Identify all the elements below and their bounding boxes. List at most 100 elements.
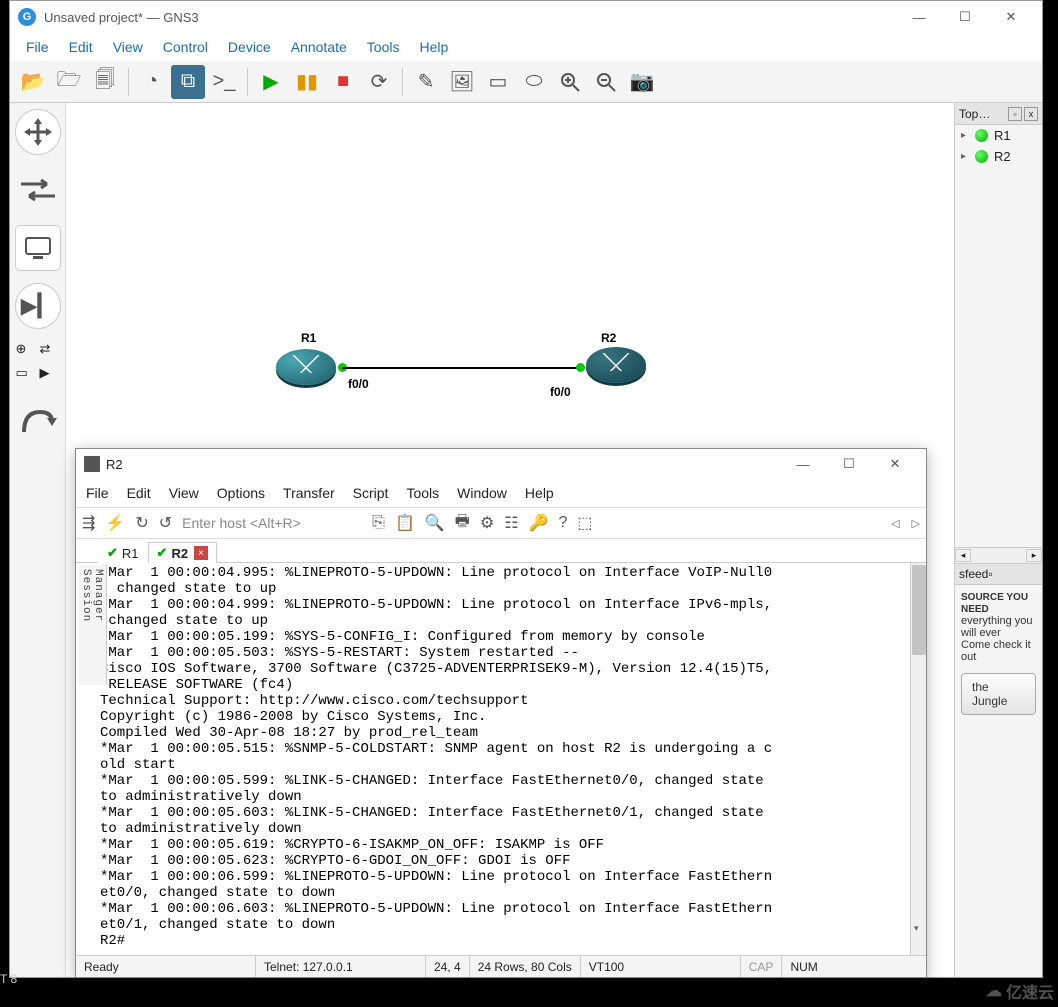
reload-icon[interactable]: ⟳ — [362, 65, 396, 99]
menu-edit[interactable]: Edit — [61, 36, 101, 58]
topology-item-r2[interactable]: ▸ R2 — [955, 146, 1042, 167]
options-icon[interactable]: ⚙ — [480, 513, 494, 533]
expand-icon[interactable]: ▸ — [961, 151, 969, 162]
topology-item-r1[interactable]: ▸ R1 — [955, 125, 1042, 146]
term-menu-options[interactable]: Options — [217, 485, 265, 501]
term-menu-window[interactable]: Window — [457, 485, 507, 501]
all-devices-icon[interactable]: ⊕ — [16, 341, 36, 361]
terminal-scrollbar[interactable]: ▾ — [910, 563, 926, 955]
link-r1-r2[interactable] — [342, 367, 578, 369]
snapshot-icon[interactable]: ◔ — [135, 65, 169, 99]
scroll-right-icon[interactable]: ▸ — [1026, 549, 1042, 562]
newsfeed-button[interactable]: the Jungle — [961, 673, 1036, 715]
term-menu-tools[interactable]: Tools — [406, 485, 439, 501]
terminal-titlebar[interactable]: R2 — ☐ ✕ — [76, 449, 926, 479]
show-interface-labels-icon[interactable]: ⧉ — [171, 65, 205, 99]
term-menu-edit[interactable]: Edit — [127, 485, 151, 501]
menu-tools[interactable]: Tools — [359, 36, 408, 58]
panel-close-icon[interactable]: x — [1024, 107, 1038, 121]
maximize-button[interactable]: ☐ — [942, 2, 988, 32]
terminal-tabs: ✔ R1 ✔ R2 × — [76, 539, 926, 563]
tab-r1[interactable]: ✔ R1 — [98, 542, 148, 563]
quick-connect-icon[interactable]: ⚡ — [105, 513, 125, 533]
tab-next-icon[interactable]: ▷ — [912, 517, 920, 530]
router-r2[interactable] — [586, 347, 646, 383]
keyword-icon[interactable]: 🔑 — [529, 513, 549, 533]
menu-control[interactable]: Control — [155, 36, 216, 58]
maximize-button[interactable]: ☐ — [826, 449, 872, 479]
term-menu-file[interactable]: File — [86, 485, 109, 501]
scroll-left-icon[interactable]: ◂ — [955, 549, 971, 562]
close-button[interactable]: ✕ — [988, 2, 1034, 32]
play-icon[interactable]: ▶ — [254, 65, 288, 99]
device-dock: ▶▎ ⊕ ⇄ ▭ ▶ — [10, 103, 66, 977]
terminal-output[interactable]: *Mar 1 00:00:04.995: %LINEPROTO-5-UPDOWN… — [76, 563, 910, 955]
tab-prev-icon[interactable]: ◁ — [891, 517, 899, 530]
security-devices-icon[interactable]: ▶▎ — [15, 283, 61, 329]
zoom-in-icon[interactable] — [553, 65, 587, 99]
menu-file[interactable]: File — [18, 36, 57, 58]
terminal-title: R2 — [106, 457, 780, 472]
term-menu-transfer[interactable]: Transfer — [283, 485, 335, 501]
newsfeed-header[interactable]: sfeed ▫ — [955, 563, 1042, 585]
connect-icon[interactable]: ⇶ — [82, 513, 95, 533]
pause-icon[interactable]: ▮▮ — [290, 65, 324, 99]
term-menu-help[interactable]: Help — [525, 485, 554, 501]
switches-icon[interactable] — [15, 167, 61, 213]
toolbar-extra-icon[interactable]: ⬚ — [577, 513, 592, 533]
rectangle-icon[interactable]: ▭ — [481, 65, 515, 99]
session-options-icon[interactable]: ☷ — [504, 513, 518, 533]
switch-small-icon[interactable]: ⇄ — [40, 341, 60, 361]
image-icon[interactable]: 🖼 — [445, 65, 479, 99]
console-icon[interactable]: >_ — [207, 65, 241, 99]
pc-small-icon[interactable]: ▭ — [16, 365, 36, 385]
help-icon[interactable]: ? — [559, 514, 568, 532]
status-connection: Telnet: 127.0.0.1 — [256, 956, 426, 977]
routers-icon[interactable] — [15, 109, 61, 155]
firewall-small-icon[interactable]: ▶ — [40, 365, 60, 385]
toolbar: 📂 🗁 🗐 ◔ ⧉ >_ ▶ ▮▮ ■ ⟳ ✎ 🖼 ▭ ⬭ 📷 — [10, 61, 1042, 103]
term-menu-script[interactable]: Script — [353, 485, 389, 501]
open-project-icon[interactable]: 📂 — [16, 65, 50, 99]
annotate-icon[interactable]: ✎ — [409, 65, 443, 99]
zoom-out-icon[interactable] — [589, 65, 623, 99]
menu-annotate[interactable]: Annotate — [283, 36, 355, 58]
session-manager-tab[interactable]: Session Manager — [78, 565, 107, 685]
copy-icon[interactable]: ⎘ — [372, 514, 385, 532]
close-button[interactable]: ✕ — [872, 449, 918, 479]
print-icon[interactable]: 🖶 — [455, 510, 470, 537]
panel-float-icon[interactable]: ▫ — [1008, 107, 1022, 121]
status-cursor: 24, 4 — [426, 956, 470, 977]
topo-hscroll[interactable]: ◂ ▸ — [955, 547, 1042, 563]
term-menu-view[interactable]: View — [169, 485, 199, 501]
scroll-thumb[interactable] — [912, 565, 926, 655]
end-devices-icon[interactable] — [15, 225, 61, 271]
menu-help[interactable]: Help — [411, 36, 456, 58]
paste-icon[interactable]: 📋 — [395, 513, 415, 533]
router-r1[interactable] — [276, 349, 336, 385]
tab-r2[interactable]: ✔ R2 × — [148, 542, 218, 563]
menu-view[interactable]: View — [105, 36, 151, 58]
terminal-app-icon — [84, 456, 100, 472]
ellipse-icon[interactable]: ⬭ — [517, 65, 551, 99]
r2-port-label: f0/0 — [550, 385, 571, 399]
save-icon[interactable]: 🗐 — [88, 65, 122, 99]
expand-icon[interactable]: ▸ — [961, 130, 969, 141]
newsfeed-body: SOURCE YOU NEED everything you will ever… — [955, 585, 1042, 977]
topology-summary-header[interactable]: Top… ▫ x — [955, 103, 1042, 125]
minimize-button[interactable]: — — [780, 449, 826, 479]
titlebar[interactable]: G Unsaved project* — GNS3 — ☐ ✕ — [10, 1, 1042, 33]
host-input[interactable]: Enter host <Alt+R> — [182, 515, 362, 531]
stop-icon[interactable]: ■ — [326, 65, 360, 99]
tab-close-icon[interactable]: × — [194, 546, 208, 560]
menu-device[interactable]: Device — [220, 36, 279, 58]
find-icon[interactable]: 🔍 — [425, 513, 445, 533]
add-link-icon[interactable] — [15, 397, 61, 443]
scroll-down-icon[interactable]: ▾ — [914, 923, 919, 934]
screenshot-icon[interactable]: 📷 — [625, 65, 659, 99]
open-folder-icon[interactable]: 🗁 — [52, 65, 86, 99]
minimize-button[interactable]: — — [896, 2, 942, 32]
disconnect-icon[interactable]: ↺ — [159, 513, 172, 533]
panel-float-icon[interactable]: ▫ — [988, 567, 992, 581]
reconnect-icon[interactable]: ↻ — [135, 513, 148, 533]
